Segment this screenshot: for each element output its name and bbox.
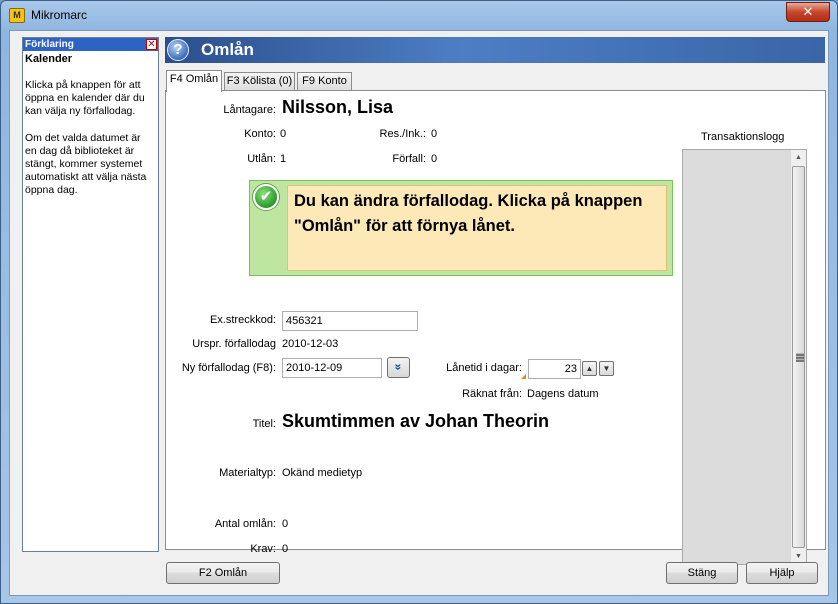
check-icon: ✔ (253, 184, 279, 210)
close-button[interactable]: Stäng (666, 562, 738, 584)
tab-queue[interactable]: F3 Kölista (0) (224, 72, 295, 91)
page-title: Omlån (201, 40, 254, 59)
info-message-text: Du kan ändra förfallodag. Klicka på knap… (294, 192, 643, 235)
spin-down-icon[interactable]: ▼ (599, 361, 614, 376)
claims-label: Krav: (250, 543, 276, 555)
counted-from-value: Dagens datum (527, 388, 599, 400)
grip-icon: ▬ ▬ ▬ (796, 349, 804, 364)
material-value: Okänd medietyp (282, 467, 363, 479)
orig-due-value: 2010-12-03 (282, 338, 339, 350)
close-icon: ✕ (147, 39, 156, 50)
help-panel: Förklaring ✕ Kalender Klicka på knappen … (22, 37, 159, 552)
account-value: 0 (280, 128, 287, 140)
new-due-input[interactable]: 2010-12-09 (282, 358, 382, 378)
loan-days-input[interactable]: 23 (528, 359, 581, 379)
main-header: ? Omlån (165, 37, 825, 63)
help-paragraph: Klicka på knappen för att öppna en kalen… (25, 79, 145, 117)
help-panel-header-label: Förklaring (25, 39, 74, 50)
borrower-name: Nilsson, Lisa (282, 97, 394, 117)
reservations-value: 0 (431, 128, 438, 140)
account-label: Konto: (244, 128, 276, 140)
title-label: Titel: (252, 418, 276, 430)
barcode-input[interactable]: 456321 (282, 311, 418, 331)
info-message-inner: Du kan ändra förfallodag. Klicka på knap… (287, 185, 667, 271)
app-window: M Mikromarc ✕ Förklaring ✕ Kalender Klic… (0, 0, 838, 604)
barcode-label: Ex.streckkod: (209, 314, 276, 326)
window-close-button[interactable]: ✕ (786, 2, 830, 22)
overdue-value: 0 (431, 153, 438, 165)
renewals-value: 0 (282, 518, 289, 530)
tab-panel-renew: Låntagare: Nilsson, Lisa Konto: 0 Res./I… (165, 90, 826, 565)
help-panel-close-button[interactable]: ✕ (146, 39, 157, 50)
help-button[interactable]: Hjälp (746, 562, 818, 584)
scroll-thumb[interactable]: ▬ ▬ ▬ (792, 166, 805, 548)
material-label: Materialtyp: (219, 467, 276, 479)
calendar-button[interactable]: » (387, 357, 410, 378)
renew-button[interactable]: F2 Omlån (166, 562, 280, 584)
close-icon: ✕ (802, 4, 814, 19)
help-title: Kalender (25, 53, 73, 65)
counted-from-label: Räknat från: (462, 388, 522, 400)
info-message-box: ✔ Du kan ändra förfallodag. Klicka på kn… (249, 180, 673, 276)
window-title: Mikromarc (31, 8, 87, 22)
spin-up-icon[interactable]: ▲ (582, 361, 597, 376)
tab-account[interactable]: F9 Konto (297, 72, 352, 91)
overdue-label: Förfall: (392, 153, 426, 165)
reservations-label: Res./Ink.: (379, 128, 426, 140)
new-due-label: Ny förfallodag (F8): (181, 362, 276, 374)
log-scrollbar[interactable]: ▲ ▬ ▬ ▬ ▼ (790, 150, 806, 564)
transaction-log: ▲ ▬ ▬ ▬ ▼ (682, 149, 807, 565)
loans-value: 1 (280, 153, 287, 165)
help-question-icon[interactable]: ? (167, 39, 189, 61)
borrower-label: Låntagare: (223, 104, 276, 116)
help-text: Klicka på knappen för att öppna en kalen… (25, 79, 155, 211)
transaction-log-title: Transaktionslogg (701, 131, 785, 143)
client-area: Förklaring ✕ Kalender Klicka på knappen … (9, 30, 829, 596)
loan-days-label: Lånetid i dagar: (446, 362, 522, 374)
title-bar: M Mikromarc ✕ (1, 1, 837, 29)
help-paragraph: Om det valda datumet är en dag då biblio… (25, 132, 147, 196)
help-panel-header: Förklaring ✕ (23, 38, 158, 51)
orig-due-label: Urspr. förfallodag (192, 338, 276, 350)
scroll-up-icon[interactable]: ▲ (791, 150, 806, 165)
app-icon: M (9, 8, 25, 23)
chevron-down-icon: » (391, 363, 406, 371)
claims-value: 0 (282, 543, 289, 555)
renewals-label: Antal omlån: (214, 518, 276, 530)
tab-renew[interactable]: F4 Omlån (166, 70, 222, 92)
loans-label: Utlån: (247, 153, 276, 165)
required-marker-icon (521, 374, 526, 379)
item-title: Skumtimmen av Johan Theorin (282, 411, 550, 431)
